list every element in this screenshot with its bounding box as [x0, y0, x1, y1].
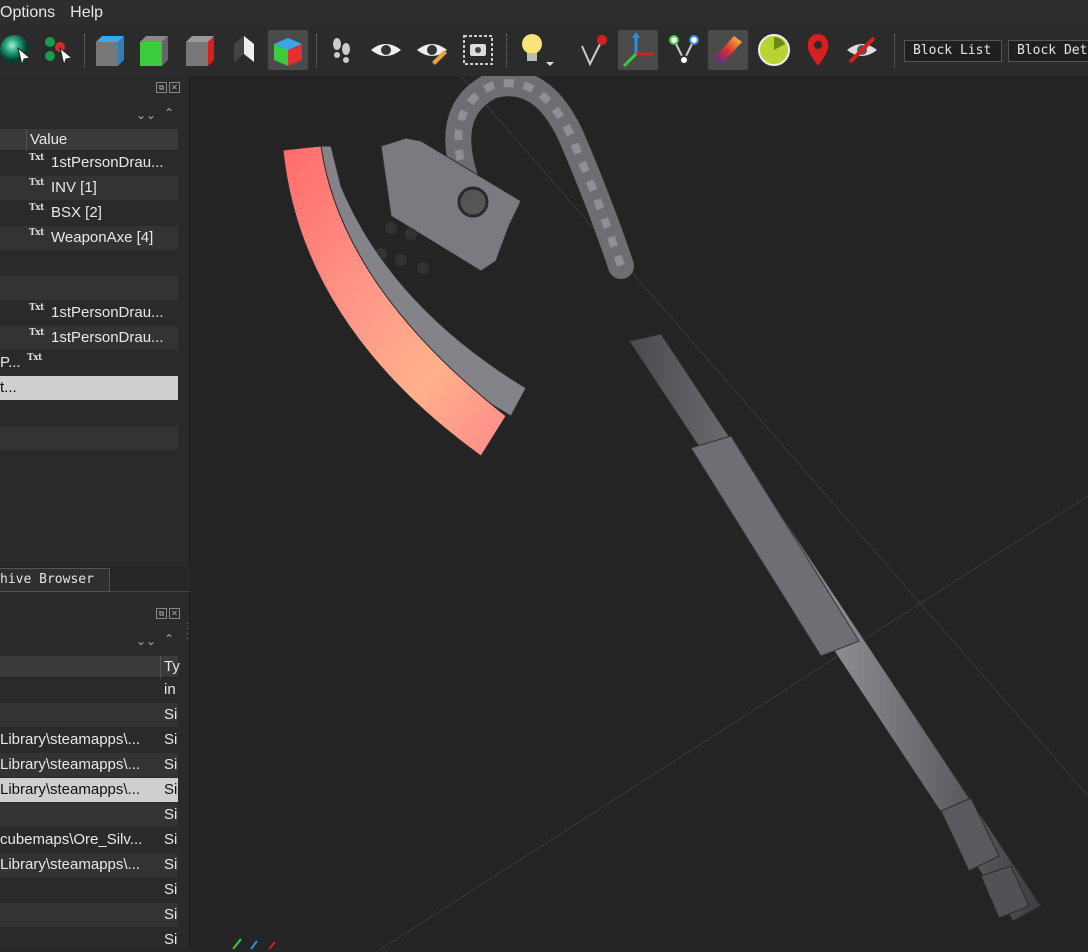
file-type: Si	[164, 806, 178, 823]
lightbulb-icon[interactable]	[514, 30, 554, 70]
file-row[interactable]: Si	[0, 903, 178, 927]
menu-options[interactable]: Options	[0, 4, 63, 22]
color-cube-icon[interactable]	[268, 30, 308, 70]
map-pin-icon[interactable]	[798, 30, 838, 70]
property-row[interactable]: Txt 1stPersonDrau...	[0, 326, 178, 350]
sphere-icon[interactable]	[0, 30, 36, 70]
property-row[interactable]	[0, 276, 178, 300]
block-list-button[interactable]: Block List	[904, 40, 1002, 62]
collapse-all-icon[interactable]: ⌄⌄	[136, 108, 156, 122]
footprints-icon[interactable]	[322, 30, 362, 70]
dock-controls-files: ⧉ ✕	[156, 608, 182, 622]
pointer-select-icon[interactable]	[38, 30, 78, 70]
property-value: BSX [2]	[51, 204, 102, 221]
file-type: Si	[164, 881, 178, 898]
file-row[interactable]: Si	[0, 803, 178, 827]
text-type-icon: Txt	[29, 153, 44, 163]
text-type-icon: Txt	[29, 178, 44, 188]
file-type: Si	[164, 706, 178, 723]
node-marker-icon[interactable]	[574, 30, 614, 70]
property-row[interactable]: Txt BSX [2]	[0, 201, 178, 225]
float-icon[interactable]: ⧉	[156, 82, 167, 93]
dock-tab-bar: hive Browser	[0, 566, 190, 592]
file-type: Si	[164, 931, 178, 948]
file-type: Si	[164, 781, 178, 798]
property-row[interactable]	[0, 401, 178, 425]
text-type-icon: Txt	[29, 228, 44, 238]
property-row[interactable]: Txt 1stPersonDrau...	[0, 301, 178, 325]
file-row[interactable]: cubemaps\Ore_Silv... Si	[0, 828, 178, 852]
screenshot-icon[interactable]	[458, 30, 498, 70]
text-type-icon: Txt	[29, 303, 44, 313]
property-value: INV [1]	[51, 179, 97, 196]
property-row[interactable]	[0, 426, 178, 450]
eye-icon[interactable]	[366, 30, 406, 70]
property-name: P...	[0, 354, 21, 371]
type-column-header[interactable]: Ty	[164, 658, 180, 675]
cube-green-icon[interactable]	[134, 30, 174, 70]
expand-all-icon[interactable]: ⌃	[164, 632, 174, 646]
axes-icon[interactable]	[618, 30, 658, 70]
radar-icon[interactable]	[754, 30, 794, 70]
property-value: 1stPersonDrau...	[51, 304, 164, 321]
3d-viewport[interactable]	[191, 76, 1088, 949]
expand-all-icon[interactable]: ⌃	[164, 106, 174, 120]
file-path: Library\steamapps\...	[0, 781, 141, 798]
file-type: Si	[164, 856, 178, 873]
file-type: Si	[164, 731, 178, 748]
files-header: Ty	[0, 656, 180, 678]
menu-help[interactable]: Help	[70, 4, 111, 22]
file-type: Si	[164, 831, 178, 848]
close-icon[interactable]: ✕	[169, 608, 180, 619]
cube-red-icon[interactable]	[180, 30, 220, 70]
float-icon[interactable]: ⧉	[156, 608, 167, 619]
gradient-icon[interactable]	[708, 30, 748, 70]
file-row[interactable]: Si	[0, 928, 178, 952]
file-path: cubemaps\Ore_Silv...	[0, 831, 143, 848]
shaded-flat-icon[interactable]	[224, 30, 264, 70]
property-name: t...	[0, 379, 17, 396]
tab-archive-browser[interactable]: hive Browser	[0, 568, 110, 592]
menu-bar: Options Help	[0, 0, 1088, 26]
properties-header: Value	[0, 129, 178, 151]
text-type-icon: Txt	[29, 328, 44, 338]
file-path: Library\steamapps\...	[0, 756, 141, 773]
file-row[interactable]: Si	[0, 703, 178, 727]
file-row[interactable]: Library\steamapps\... Si	[0, 753, 178, 777]
file-row[interactable]: Library\steamapps\... Si	[0, 778, 178, 802]
collapse-all-icon[interactable]: ⌄⌄	[136, 634, 156, 648]
value-column-header[interactable]: Value	[30, 131, 67, 148]
splitter-handle[interactable]: · · · ·	[186, 619, 189, 644]
property-value: 1stPersonDrau...	[51, 329, 164, 346]
property-value: 1stPersonDrau...	[51, 154, 164, 171]
property-row[interactable]: Txt 1stPersonDrau...	[0, 151, 178, 175]
file-type: Si	[164, 756, 178, 773]
property-row[interactable]: P... Txt	[0, 351, 178, 375]
eye-edit-icon[interactable]	[412, 30, 452, 70]
text-type-icon: Txt	[29, 203, 44, 213]
dock-controls: ⧉ ✕	[156, 82, 182, 96]
property-row[interactable]	[0, 251, 178, 275]
file-row[interactable]: Library\steamapps\... Si	[0, 728, 178, 752]
property-value: WeaponAxe [4]	[51, 229, 154, 246]
file-row[interactable]: Library\steamapps\... Si	[0, 853, 178, 877]
property-row[interactable]: t...	[0, 376, 178, 400]
cube-blue-icon[interactable]	[90, 30, 130, 70]
text-type-icon: Txt	[27, 353, 42, 363]
file-row[interactable]: in	[0, 678, 178, 702]
file-path: Library\steamapps\...	[0, 731, 141, 748]
hide-icon[interactable]	[842, 30, 882, 70]
vertex-path-icon[interactable]	[664, 30, 704, 70]
block-details-button[interactable]: Block Det	[1008, 40, 1088, 62]
close-icon[interactable]: ✕	[169, 82, 180, 93]
file-type: Si	[164, 906, 178, 923]
file-path: Library\steamapps\...	[0, 856, 141, 873]
toolbar: Block List Block Det	[0, 26, 1088, 76]
file-type: in	[164, 681, 176, 698]
file-row[interactable]: Si	[0, 878, 178, 902]
property-row[interactable]: Txt WeaponAxe [4]	[0, 226, 178, 250]
weapon-axe-model	[232, 76, 1088, 949]
property-row[interactable]: Txt INV [1]	[0, 176, 178, 200]
